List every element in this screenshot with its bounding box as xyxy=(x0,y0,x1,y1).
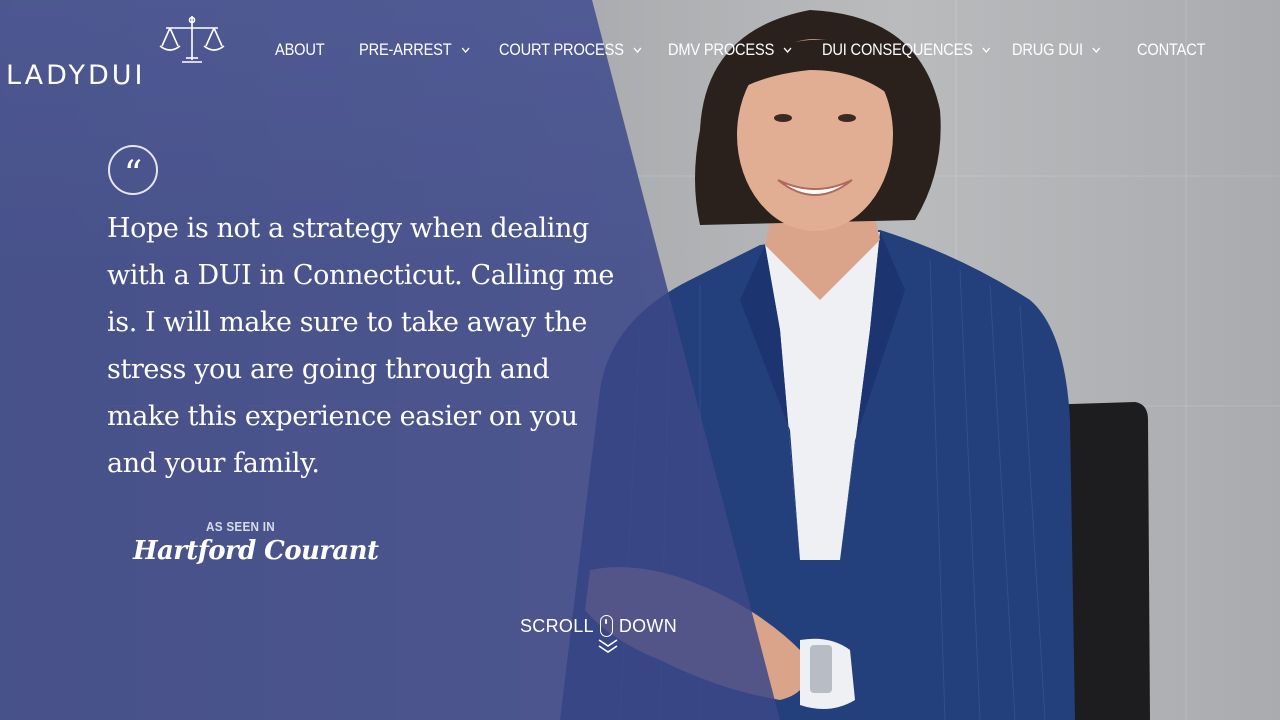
chevron-down-icon xyxy=(1092,47,1101,54)
hero-section: LADYDUI ABOUT PRE-ARREST COURT PROCESS D… xyxy=(0,0,1280,720)
as-seen-in-label: AS SEEN IN xyxy=(206,519,276,534)
nav-label: ABOUT xyxy=(275,40,325,59)
press-logo: Hartford Courant xyxy=(133,536,379,566)
nav-label: PRE-ARREST xyxy=(359,40,452,59)
chevron-down-icon xyxy=(982,47,991,54)
nav-court-process[interactable]: COURT PROCESS xyxy=(499,37,643,63)
nav-drug-dui[interactable]: DRUG DUI xyxy=(1012,37,1102,63)
nav-label: DRUG DUI xyxy=(1012,40,1083,59)
nav-dmv-process[interactable]: DMV PROCESS xyxy=(668,37,793,63)
hero-quote: Hope is not a strategy when dealing with… xyxy=(107,213,615,479)
chevron-down-icon xyxy=(784,47,792,54)
nav-label: COURT PROCESS xyxy=(499,40,624,59)
quote-icon: “ xyxy=(108,145,158,195)
chevron-down-icon xyxy=(633,47,642,54)
nav-label: DUI CONSEQUENCES xyxy=(822,40,973,59)
nav-label: DMV PROCESS xyxy=(668,40,775,59)
scroll-down-button[interactable]: SCROLL DOWN xyxy=(520,612,677,640)
scroll-label-right: DOWN xyxy=(618,615,678,636)
nav-about[interactable]: ABOUT xyxy=(275,37,325,63)
nav-pre-arrest[interactable]: PRE-ARREST xyxy=(359,37,470,63)
double-chevron-down-icon[interactable] xyxy=(597,638,619,654)
main-navigation: ABOUT PRE-ARREST COURT PROCESS DMV PROCE… xyxy=(0,37,1280,63)
nav-contact[interactable]: CONTACT xyxy=(1137,37,1206,63)
mouse-icon xyxy=(599,615,613,637)
logo-text: LADYDUI xyxy=(6,60,146,91)
nav-dui-consequences[interactable]: DUI CONSEQUENCES xyxy=(822,37,992,63)
nav-label: CONTACT xyxy=(1137,40,1206,59)
chevron-down-icon xyxy=(461,47,470,54)
scroll-label-left: SCROLL xyxy=(520,615,594,636)
